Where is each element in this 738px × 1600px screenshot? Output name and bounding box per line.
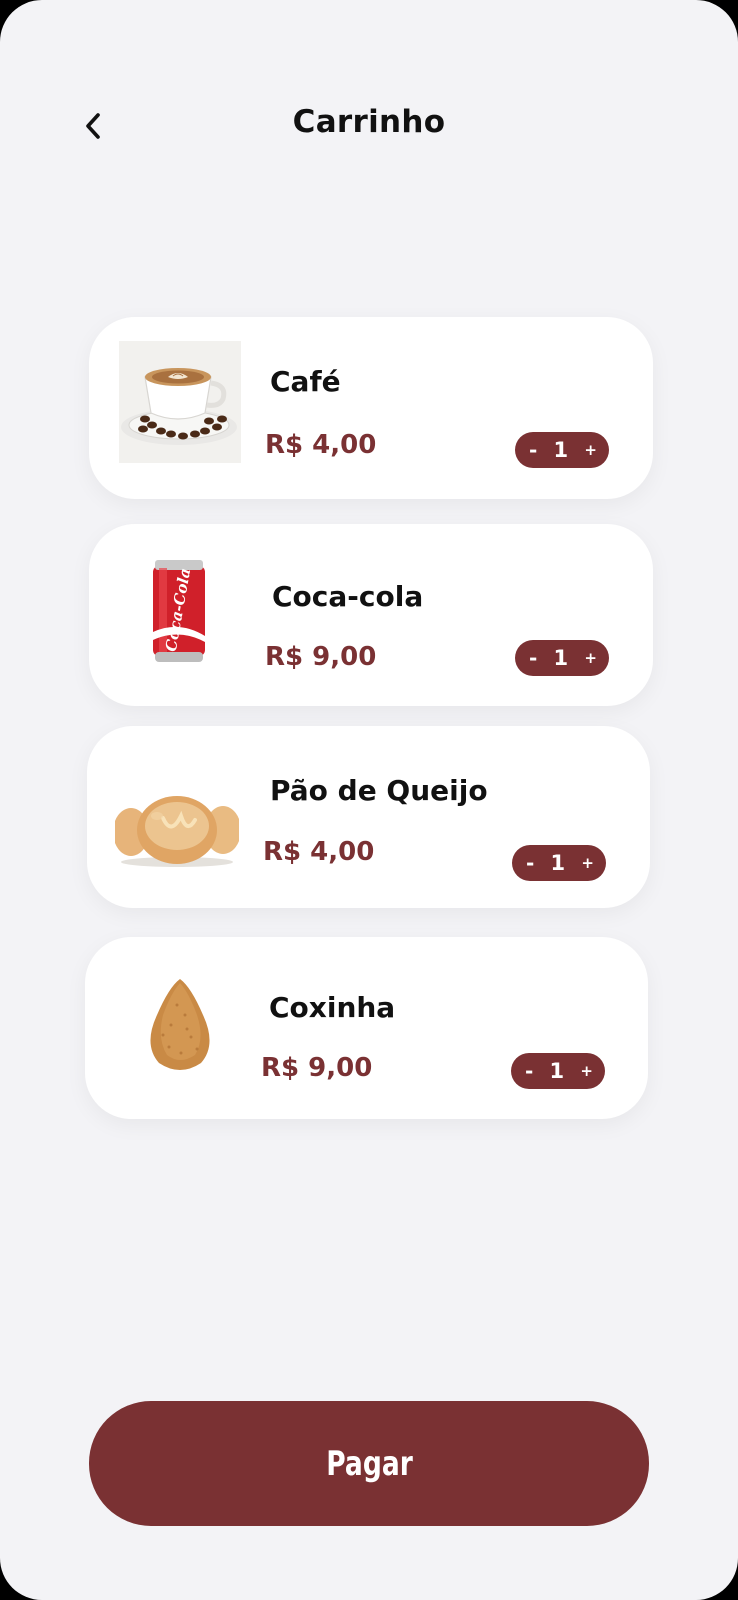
item-price: R$ 9,00	[261, 1053, 373, 1083]
cart-screen: Carrinho Café R$ 4,00 - 1 + Coca-Cola Co…	[0, 0, 738, 1600]
item-price: R$ 4,00	[263, 837, 375, 867]
item-name: Coca-cola	[272, 580, 424, 613]
coxinha-image	[139, 975, 221, 1075]
cart-item-card: Café R$ 4,00 - 1 +	[89, 317, 653, 499]
increase-button[interactable]: +	[580, 1062, 593, 1080]
decrease-button[interactable]: -	[525, 1059, 533, 1083]
quantity-value: 1	[550, 851, 566, 875]
decrease-button[interactable]: -	[529, 438, 537, 462]
increase-button[interactable]: +	[581, 854, 594, 872]
increase-button[interactable]: +	[584, 441, 597, 459]
quantity-stepper: - 1 +	[512, 845, 606, 881]
quantity-value: 1	[549, 1059, 565, 1083]
item-name: Coxinha	[269, 991, 396, 1024]
pay-button[interactable]: Pagar	[89, 1401, 649, 1526]
cart-item-card: Coca-Cola Coca-cola R$ 9,00 - 1 +	[89, 524, 653, 706]
decrease-button[interactable]: -	[529, 646, 537, 670]
quantity-stepper: - 1 +	[515, 432, 609, 468]
cart-item-card: Pão de Queijo R$ 4,00 - 1 +	[87, 726, 650, 908]
quantity-stepper: - 1 +	[515, 640, 609, 676]
soda-can-image: Coca-Cola	[129, 550, 229, 670]
quantity-value: 1	[553, 438, 569, 462]
increase-button[interactable]: +	[584, 649, 597, 667]
item-name: Pão de Queijo	[270, 774, 488, 807]
cart-item-card: Coxinha R$ 9,00 - 1 +	[85, 937, 648, 1119]
quantity-value: 1	[553, 646, 569, 670]
item-price: R$ 4,00	[265, 430, 377, 460]
quantity-stepper: - 1 +	[511, 1053, 605, 1089]
item-price: R$ 9,00	[265, 642, 377, 672]
item-name: Café	[270, 365, 341, 398]
cheese-bread-image	[115, 776, 239, 872]
page-title: Carrinho	[292, 104, 446, 140]
pay-button-label: Pagar	[325, 1443, 413, 1484]
decrease-button[interactable]: -	[526, 851, 534, 875]
coffee-cup-image	[119, 341, 241, 463]
